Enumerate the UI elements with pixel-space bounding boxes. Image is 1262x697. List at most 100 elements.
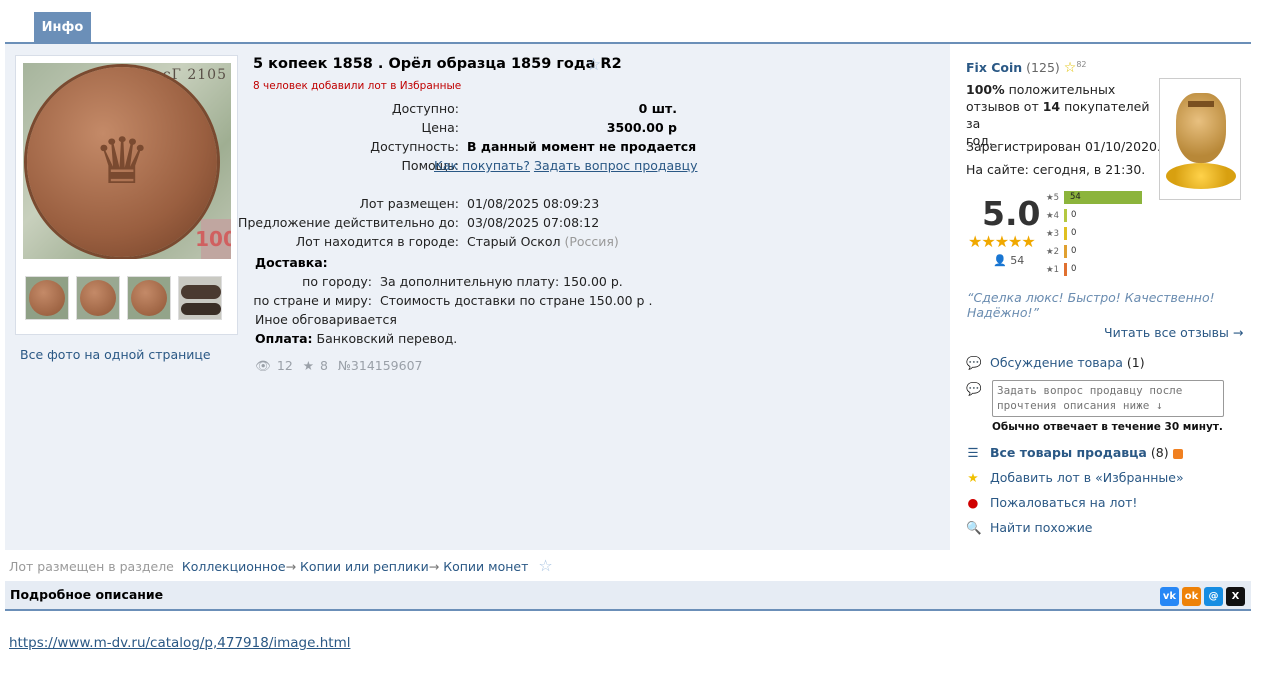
views-icon: 👁 (255, 358, 271, 373)
star-icon: ★ (967, 470, 979, 485)
lot-number: №314159607 (337, 358, 423, 373)
world-delivery-label: по стране и миру: (253, 293, 372, 308)
person-icon: 👤 (993, 254, 1007, 267)
city-delivery-label: по городу: (302, 274, 372, 289)
availability-value: В данный момент не продается (467, 139, 697, 154)
rating-bar-fill (1064, 263, 1067, 276)
rating-stars-icon: ★★★★★ (968, 232, 1036, 251)
all-goods-link[interactable]: Все товары продавца (990, 445, 1147, 460)
available-label: Доступно: (391, 101, 459, 116)
valid-until-value: 03/08/2025 07:08:12 (467, 215, 600, 230)
find-similar-link[interactable]: Найти похожие (990, 520, 1093, 535)
discussion-link[interactable]: Обсуждение товара (990, 355, 1123, 370)
share-vk-icon[interactable]: vk (1160, 587, 1179, 606)
discussion-count: (1) (1126, 355, 1145, 370)
question-icon: 💬 (966, 381, 982, 396)
breadcrumb: Лот размещен в разделе Коллекционное→ Ко… (9, 556, 553, 575)
star-count-icon: ★ (302, 358, 314, 373)
favorite-star-icon[interactable]: ☆ (586, 55, 601, 75)
breadcrumb-coin-copies[interactable]: Копии монет (443, 559, 528, 574)
breadcrumb-collectible[interactable]: Коллекционное (182, 559, 286, 574)
rating-bar-fill (1064, 245, 1067, 258)
availability-label: Доступность: (370, 139, 459, 154)
lot-title: 5 копеек 1858 . Орёл образца 1859 года R… (253, 56, 622, 72)
list-icon: ☰ (967, 445, 979, 460)
city-value: Старый Оскол (Россия) (467, 234, 619, 249)
payment-value: Банковский перевод. (316, 331, 458, 346)
placed-value: 01/08/2025 08:09:23 (467, 196, 600, 211)
thumbnail-4[interactable] (178, 276, 222, 320)
help-label: Помощь: (401, 158, 459, 173)
tab-info[interactable]: Инфо (34, 12, 91, 42)
placed-label: Лот размещен: (359, 196, 459, 211)
share-x-icon[interactable]: X (1226, 587, 1245, 606)
review-quote: “Сделка люкс! Быстро! Качественно! Надёж… (967, 290, 1215, 320)
complain-row: ● Пожаловаться на лот! (966, 495, 1138, 510)
seller-online: На сайте: сегодня, в 21:30. (966, 162, 1146, 177)
gold-coins-icon (1166, 163, 1236, 189)
breadcrumb-prefix: Лот размещен в разделе (9, 559, 174, 574)
reply-time-text: Обычно отвечает в течение 30 минут. (992, 421, 1223, 433)
all-goods-row: ☰ Все товары продавца (8) (966, 445, 1183, 460)
ask-seller-input[interactable] (992, 380, 1224, 417)
description-header: Подробное описание vk ok @ X (5, 581, 1251, 611)
favorites-count-text: 8 человек добавили лот в Избранные (253, 80, 462, 92)
complain-link[interactable]: Пожаловаться на лот! (990, 495, 1137, 510)
lot-stats: 👁 12 ★ 8 №314159607 (255, 358, 429, 374)
add-favorite-link[interactable]: Добавить лот в «Избранные» (990, 470, 1184, 485)
add-favorite-row: ★ Добавить лот в «Избранные» (966, 470, 1184, 485)
seller-sup: 82 (1076, 60, 1087, 69)
coin-image: ♛ (27, 67, 217, 257)
seller-avatar[interactable] (1159, 78, 1241, 200)
alert-icon: ● (967, 495, 979, 510)
description-link[interactable]: https://www.m-dv.ru/catalog/p,477918/ima… (9, 635, 350, 651)
thumbnail-3[interactable] (127, 276, 171, 320)
breadcrumb-arrow: → (285, 559, 297, 574)
read-all-reviews-link[interactable]: Читать все отзывы → (1104, 325, 1243, 340)
views-count: 12 (276, 358, 293, 373)
description-title: Подробное описание (10, 587, 164, 602)
world-delivery-value: Стоимость доставки по стране 150.00 р . (380, 293, 653, 308)
ask-seller-link[interactable]: Задать вопрос продавцу (534, 158, 698, 173)
available-value: 0 шт. (638, 101, 677, 116)
seller-rating-count: (125) (1026, 60, 1060, 76)
share-mail-icon[interactable]: @ (1204, 587, 1223, 606)
tab-bar: Инфо (0, 0, 1262, 44)
discussion-row: 💬 Обсуждение товара (1) (966, 355, 1145, 371)
other-delivery-text: Иное обговаривается (255, 312, 397, 327)
rss-icon[interactable] (1172, 448, 1183, 459)
all-photos-link[interactable]: Все фото на одной странице (20, 347, 211, 362)
city-label: Лот находится в городе: (295, 234, 459, 249)
price-label: Цена: (421, 120, 459, 135)
chat-icon: 💬 (966, 355, 982, 370)
seller-header: Fix Coin (125) ☆82 (966, 60, 1087, 76)
thumbnail-strip (23, 270, 233, 320)
eagle-emblem-icon: ♛ (93, 125, 151, 199)
category-favorite-star-icon[interactable]: ☆ (538, 556, 552, 575)
rating-bar-fill (1064, 209, 1067, 222)
how-to-buy-link[interactable]: Как покупать? (434, 158, 530, 173)
all-goods-count: (8) (1150, 445, 1169, 460)
seller-registered: Зарегистрирован 01/10/2020. (966, 139, 1161, 154)
rating-bar-fill (1064, 227, 1067, 240)
breadcrumb-copies[interactable]: Копии или реплики (300, 559, 429, 574)
find-similar-row: 🔍 Найти похожие (966, 520, 1093, 536)
delivery-label: Доставка: (255, 255, 328, 270)
share-ok-icon[interactable]: ok (1182, 587, 1201, 606)
seller-star-icon: ☆ (1063, 60, 1077, 77)
valid-until-label: Предложение действительно до: (238, 215, 459, 230)
reviews-count: 👤 54 (993, 254, 1025, 267)
photo-gallery: сГ 2105 100 ♛ (15, 55, 238, 335)
help-links: Как покупать? Задать вопрос продавцу (434, 158, 697, 173)
money-bag-tie (1188, 101, 1214, 107)
country-value: (Россия) (564, 234, 619, 249)
seller-name-link[interactable]: Fix Coin (966, 60, 1022, 75)
star-count: 8 (319, 358, 328, 373)
thumbnail-1[interactable] (25, 276, 69, 320)
thumbnail-2[interactable] (76, 276, 120, 320)
city-delivery-value: За дополнительную плату: 150.00 р. (380, 274, 623, 289)
payment-label: Оплата: (255, 331, 313, 346)
search-icon: 🔍 (966, 520, 982, 535)
breadcrumb-arrow: → (428, 559, 440, 574)
price-value: 3500.00 р (606, 120, 677, 135)
